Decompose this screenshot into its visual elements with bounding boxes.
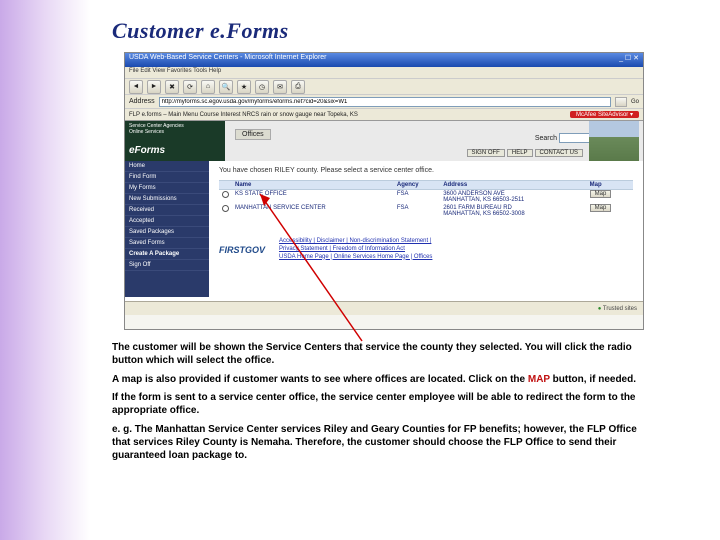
table-row: MANHATTAN SERVICE CENTER FSA 2601 FARM B… — [219, 204, 633, 218]
contact-button[interactable]: CONTACT US — [535, 149, 583, 157]
footer-line-2[interactable]: Privacy Statement | Freedom of Informati… — [279, 246, 405, 252]
table-row: KS STATE OFFICE FSA 3600 ANDERSON AVE MA… — [219, 190, 633, 205]
print-button[interactable]: ⎙ — [291, 80, 305, 94]
para-2: A map is also provided if customer wants… — [112, 374, 652, 387]
back-button[interactable]: ◄ — [129, 80, 143, 94]
col-name: Name — [232, 181, 394, 190]
office-address-1: 2601 FARM BUREAU RD MANHATTAN, KS 66502-… — [440, 204, 586, 218]
window-titlebar: USDA Web-Based Service Centers - Microso… — [125, 53, 643, 67]
forward-button[interactable]: ► — [147, 80, 161, 94]
footer-line-1[interactable]: Accessibility | Disclaimer | Non-discrim… — [279, 238, 431, 244]
sidebar-item-sign-off[interactable]: Sign Off — [125, 260, 209, 271]
firstgov-logo[interactable]: FIRSTGOV — [219, 245, 265, 255]
sidebar-item-accepted[interactable]: Accepted — [125, 216, 209, 227]
office-radio-1[interactable] — [222, 205, 229, 212]
arrow-left-icon: ◄ — [133, 83, 140, 90]
mail-icon: ✉ — [277, 83, 283, 91]
mail-button[interactable]: ✉ — [273, 80, 287, 94]
printer-icon: ⎙ — [295, 83, 301, 91]
office-agency-1: FSA — [394, 204, 440, 218]
home-icon: ⌂ — [206, 83, 210, 90]
sidebar-item-saved-forms[interactable]: Saved Forms — [125, 238, 209, 249]
brand-line-2: Online Services — [129, 129, 221, 135]
sidebar-item-home[interactable]: Home — [125, 161, 209, 172]
col-address: Address — [440, 181, 586, 190]
footer-line-3[interactable]: USDA Home Page | Online Services Home Pa… — [279, 254, 432, 260]
office-name-0: KS STATE OFFICE — [232, 190, 394, 205]
refresh-button[interactable]: ⟳ — [183, 80, 197, 94]
sidebar-item-saved-packages[interactable]: Saved Packages — [125, 227, 209, 238]
home-button[interactable]: ⌂ — [201, 80, 215, 94]
header-photo — [589, 121, 639, 161]
search-button[interactable]: 🔍 — [219, 80, 233, 94]
para-3: If the form is sent to a service center … — [112, 392, 652, 418]
search-label: Search — [535, 135, 557, 142]
office-name-1: MANHATTAN SERVICE CENTER — [232, 204, 394, 218]
links-bar: FLP e.forms – Main Menu Course Interest … — [125, 109, 643, 121]
slide-title: Customer e.Forms — [112, 18, 289, 44]
window-controls: _ ☐ ✕ — [619, 54, 639, 66]
address-bar-row: Address Go — [125, 95, 643, 109]
col-agency: Agency — [394, 181, 440, 190]
para-2b: button, if needed. — [550, 374, 636, 385]
intro-text: You have chosen RILEY county. Please sel… — [219, 167, 633, 174]
webpage-content: Service Center Agencies Online Services … — [125, 121, 643, 315]
para-4: e. g. The Manhattan Service Center servi… — [112, 424, 652, 462]
address-label: Address — [129, 98, 155, 105]
brand-eforms: eForms — [129, 145, 221, 156]
left-sidebar: Home Find Form My Forms New Submissions … — [125, 161, 209, 297]
go-label: Go — [631, 99, 639, 105]
table-header-row: Name Agency Address Map — [219, 181, 633, 190]
stop-icon: ✖ — [169, 83, 175, 91]
address-input[interactable] — [159, 97, 611, 107]
sidebar-item-received[interactable]: Received — [125, 205, 209, 216]
sidebar-item-find-form[interactable]: Find Form — [125, 172, 209, 183]
main-body: You have chosen RILEY county. Please sel… — [209, 161, 643, 297]
links-text[interactable]: FLP e.forms – Main Menu Course Interest … — [129, 112, 358, 118]
office-radio-0[interactable] — [222, 191, 229, 198]
main-columns: Home Find Form My Forms New Submissions … — [125, 161, 643, 297]
browser-statusbar: ● Trusted sites — [125, 301, 643, 315]
trusted-sites-icon: ● — [598, 306, 602, 312]
offices-table: Name Agency Address Map KS STATE OFFICE … — [219, 180, 633, 218]
sidebar-item-my-forms[interactable]: My Forms — [125, 183, 209, 194]
office-address-0: 3600 ANDERSON AVE MANHATTAN, KS 66503-25… — [440, 190, 586, 205]
para-2a: A map is also provided if customer wants… — [112, 374, 528, 385]
history-button[interactable]: ◷ — [255, 80, 269, 94]
sidebar-item-create-package[interactable]: Create A Package — [125, 249, 209, 260]
stop-button[interactable]: ✖ — [165, 80, 179, 94]
tab-offices[interactable]: Offices — [235, 129, 271, 140]
favorites-button[interactable]: ★ — [237, 80, 251, 94]
mcafee-badge[interactable]: McAfee SiteAdvisor ▾ — [570, 111, 639, 118]
browser-toolbar: ◄ ► ✖ ⟳ ⌂ 🔍 ★ ◷ ✉ ⎙ — [125, 79, 643, 95]
star-icon: ★ — [241, 83, 247, 91]
go-button[interactable] — [615, 97, 627, 107]
clock-icon: ◷ — [259, 83, 265, 91]
map-button-1[interactable]: Map — [590, 204, 612, 212]
footer-link-block[interactable]: Accessibility | Disclaimer | Non-discrim… — [279, 238, 432, 261]
arrow-right-icon: ► — [151, 83, 158, 90]
status-right-text: Trusted sites — [603, 306, 637, 312]
office-agency-0: FSA — [394, 190, 440, 205]
slide-bg-gradient — [0, 0, 90, 540]
embedded-screenshot: USDA Web-Based Service Centers - Microso… — [124, 52, 644, 330]
status-right: ● Trusted sites — [598, 306, 637, 312]
signoff-button[interactable]: SIGN OFF — [467, 149, 505, 157]
browser-menubar[interactable]: File Edit View Favorites Tools Help — [125, 67, 643, 79]
header-action-buttons: SIGN OFF HELP CONTACT US — [467, 149, 583, 157]
search-icon: 🔍 — [222, 83, 231, 91]
help-button[interactable]: HELP — [507, 149, 533, 157]
para-1: The customer will be shown the Service C… — [112, 342, 652, 368]
map-button-0[interactable]: Map — [590, 190, 612, 198]
window-title-text: USDA Web-Based Service Centers - Microso… — [129, 54, 327, 66]
map-word: MAP — [528, 374, 550, 385]
slide-body-text: The customer will be shown the Service C… — [112, 342, 652, 468]
refresh-icon: ⟳ — [187, 83, 193, 91]
sidebar-item-new-submissions[interactable]: New Submissions — [125, 194, 209, 205]
footer-links: FIRSTGOV Accessibility | Disclaimer | No… — [219, 238, 633, 261]
col-map: Map — [587, 181, 633, 190]
app-header: Service Center Agencies Online Services … — [125, 121, 643, 161]
app-brand-block: Service Center Agencies Online Services … — [125, 121, 225, 161]
